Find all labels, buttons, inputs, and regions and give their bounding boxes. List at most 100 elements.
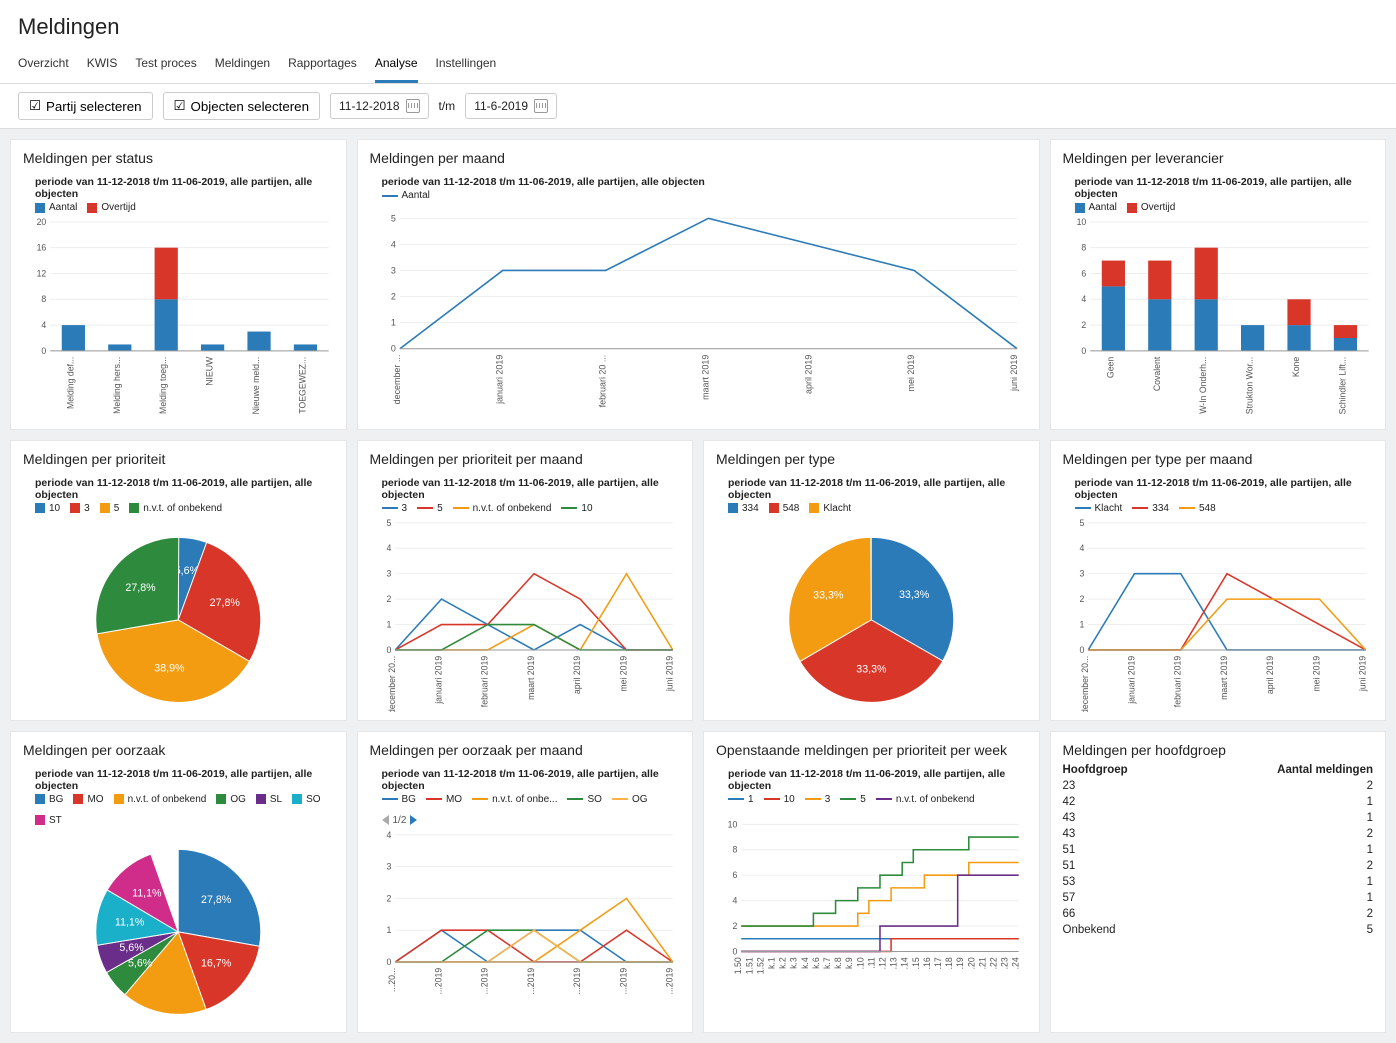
table-row: 512 <box>1063 858 1374 874</box>
next-icon[interactable] <box>410 815 417 825</box>
card-openstaand: Openstaande meldingen per prioriteit per… <box>703 731 1040 1033</box>
legend: BGMOn.v.t. of onbekendOGSLSOST <box>35 794 334 826</box>
svg-text:4: 4 <box>390 239 395 249</box>
hoofdgroep-table: HoofdgroepAantal meldingen23242143143251… <box>1063 762 1374 938</box>
legend: Aantal <box>382 190 1027 201</box>
period-subtitle: periode van 11-12-2018 t/m 11-06-2019, a… <box>728 768 1027 792</box>
svg-text:maart 2019: maart 2019 <box>1218 655 1228 699</box>
table-header: HoofdgroepAantal meldingen <box>1063 762 1374 778</box>
svg-text:.17: .17 <box>933 957 943 969</box>
svg-text:0: 0 <box>41 346 46 356</box>
svg-text:...20...: ...20... <box>387 968 397 992</box>
svg-text:...2019: ...2019 <box>433 967 443 994</box>
svg-text:8: 8 <box>41 294 46 304</box>
svg-text:11,1%: 11,1% <box>132 887 162 899</box>
svg-text:k.3: k.3 <box>789 957 799 969</box>
tab-test-proces[interactable]: Test proces <box>135 50 196 83</box>
svg-text:januari 2019: januari 2019 <box>494 355 504 405</box>
page-header: Meldingen Overzicht KWIS Test proces Meldin… <box>0 0 1396 84</box>
svg-text:3: 3 <box>386 861 391 871</box>
svg-text:16: 16 <box>37 243 47 253</box>
svg-text:1: 1 <box>386 925 391 935</box>
svg-text:20: 20 <box>37 217 47 227</box>
table-row: 432 <box>1063 826 1374 842</box>
tab-rapportages[interactable]: Rapportages <box>288 50 357 83</box>
period-subtitle: periode van 11-12-2018 t/m 11-06-2019, a… <box>382 176 1027 188</box>
svg-text:33,3%: 33,3% <box>899 589 930 601</box>
date-range-label: t/m <box>439 99 456 113</box>
legend: Klacht334548 <box>1075 503 1374 514</box>
svg-text:8: 8 <box>732 845 737 855</box>
card-leverancier: Meldingen per leverancier periode van 11… <box>1050 139 1387 430</box>
card-title: Openstaande meldingen per prioriteit per… <box>716 742 1027 758</box>
tab-overzicht[interactable]: Overzicht <box>18 50 69 83</box>
card-type: Meldingen per type periode van 11-12-201… <box>703 440 1040 721</box>
svg-text:8: 8 <box>1081 243 1086 253</box>
svg-text:6: 6 <box>732 870 737 880</box>
svg-text:1: 1 <box>390 318 395 328</box>
svg-text:.23: .23 <box>1000 957 1010 969</box>
svg-text:2: 2 <box>1081 320 1086 330</box>
svg-text:1: 1 <box>386 619 391 629</box>
table-row: 431 <box>1063 810 1374 826</box>
date-from-input[interactable]: 11-12-2018 <box>330 93 429 119</box>
card-title: Meldingen per status <box>23 150 334 166</box>
svg-text:38,9%: 38,9% <box>154 662 185 674</box>
tab-instellingen[interactable]: Instellingen <box>436 50 497 83</box>
card-prioriteit: Meldingen per prioriteit periode van 11-… <box>10 440 347 721</box>
svg-text:Nieuwe meld...: Nieuwe meld... <box>251 357 261 415</box>
svg-text:...2019: ...2019 <box>618 967 628 994</box>
tab-analyse[interactable]: Analyse <box>375 50 418 83</box>
tab-kwis[interactable]: KWIS <box>87 50 118 83</box>
svg-text:4: 4 <box>41 320 46 330</box>
svg-text:februari 20 ...: februari 20 ... <box>597 355 607 408</box>
svg-text:5,6%: 5,6% <box>128 957 153 969</box>
legend: 35n.v.t. of onbekend10 <box>382 503 681 514</box>
card-title: Meldingen per hoofdgroep <box>1063 742 1374 758</box>
objecten-select-button[interactable]: ☑Objecten selecteren <box>163 92 321 120</box>
svg-text:.18: .18 <box>944 957 954 969</box>
svg-text:Kone: Kone <box>1291 357 1301 378</box>
date-to-input[interactable]: 11-6-2019 <box>465 93 557 119</box>
card-title: Meldingen per type <box>716 451 1027 467</box>
partij-select-button[interactable]: ☑Partij selecteren <box>18 92 153 120</box>
svg-text:februari 2019: februari 2019 <box>479 655 489 707</box>
svg-text:4: 4 <box>1079 543 1084 553</box>
svg-text:.21: .21 <box>977 957 987 969</box>
tab-meldingen[interactable]: Meldingen <box>215 50 270 83</box>
prev-icon[interactable] <box>382 815 389 825</box>
svg-text:...2019: ...2019 <box>479 967 489 994</box>
table-row: 531 <box>1063 874 1374 890</box>
svg-text:1.52: 1.52 <box>755 957 765 974</box>
svg-text:Covalent: Covalent <box>1151 356 1161 391</box>
svg-text:...2019: ...2019 <box>525 967 535 994</box>
period-subtitle: periode van 11-12-2018 t/m 11-06-2019, a… <box>35 768 334 792</box>
svg-text:juni 2019: juni 2019 <box>1357 655 1367 692</box>
card-prioriteit-maand: Meldingen per prioriteit per maand perio… <box>357 440 694 721</box>
card-title: Meldingen per prioriteit per maand <box>370 451 681 467</box>
svg-text:3: 3 <box>386 568 391 578</box>
svg-text:1.51: 1.51 <box>744 957 754 974</box>
svg-text:k.1: k.1 <box>767 957 777 969</box>
period-subtitle: periode van 11-12-2018 t/m 11-06-2019, a… <box>1075 176 1374 200</box>
svg-text:5: 5 <box>1079 518 1084 528</box>
svg-text:januari 2019: januari 2019 <box>1126 655 1136 704</box>
tabs: Overzicht KWIS Test proces Meldingen Rapport… <box>18 50 1378 83</box>
calendar-icon <box>406 99 420 113</box>
svg-text:april 2019: april 2019 <box>803 355 813 394</box>
svg-text:Melding def...: Melding def... <box>65 357 75 409</box>
page-title: Meldingen <box>18 14 1378 40</box>
period-subtitle: periode van 11-12-2018 t/m 11-06-2019, a… <box>382 477 681 501</box>
svg-text:27,8%: 27,8% <box>125 582 156 594</box>
svg-text:1: 1 <box>1079 619 1084 629</box>
dashboard-grid: Meldingen per status periode van 11-12-2… <box>0 129 1396 1043</box>
table-row: 232 <box>1063 778 1374 794</box>
svg-text:.15: .15 <box>911 957 921 969</box>
period-subtitle: periode van 11-12-2018 t/m 11-06-2019, a… <box>35 176 334 200</box>
svg-text:4: 4 <box>1081 294 1086 304</box>
svg-text:.10: .10 <box>855 957 865 969</box>
legend-pager[interactable]: 1/2 <box>382 815 418 826</box>
legend: AantalOvertijd <box>35 202 334 213</box>
svg-text:december 20...: december 20... <box>387 656 397 712</box>
svg-text:5: 5 <box>390 213 395 223</box>
